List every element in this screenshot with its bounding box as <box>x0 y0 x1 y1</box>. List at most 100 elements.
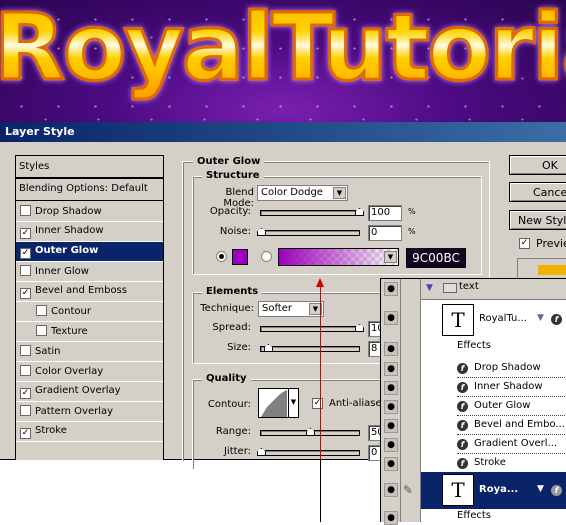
style-item-stroke[interactable]: ✓ Stroke <box>16 422 163 442</box>
anti-aliased-checkbox[interactable]: ✓ <box>312 398 323 409</box>
effect-row[interactable]: f Stroke <box>457 454 566 473</box>
styles-list: Styles Blending Options: Default Drop Sh… <box>15 155 164 460</box>
layer-group-text[interactable]: ▼ text <box>421 279 566 300</box>
eye-icon[interactable]: ● <box>384 457 398 471</box>
size-label: Size: <box>227 342 251 353</box>
style-checkbox[interactable] <box>20 405 31 416</box>
spread-slider[interactable] <box>260 324 364 332</box>
style-checkbox[interactable]: ✓ <box>20 228 31 239</box>
eye-icon[interactable]: ● <box>384 311 398 325</box>
eye-icon[interactable]: ● <box>384 511 398 525</box>
effect-row[interactable]: f Inner Shadow <box>457 378 566 397</box>
jitter-slider[interactable] <box>257 448 360 456</box>
eye-icon[interactable]: ● <box>384 483 398 497</box>
style-item-texture[interactable]: Texture <box>16 322 163 342</box>
style-checkbox[interactable]: ✓ <box>20 428 31 439</box>
triangle-down-icon[interactable]: ▼ <box>537 484 544 494</box>
glow-color-swatch[interactable] <box>232 249 248 265</box>
style-label: Contour <box>51 306 91 317</box>
style-item-bevel-and-emboss[interactable]: ✓ Bevel and Emboss <box>16 282 163 302</box>
style-checkbox[interactable] <box>36 305 47 316</box>
style-item-pattern-overlay[interactable]: Pattern Overlay <box>16 402 163 422</box>
fx-icon: f <box>457 439 468 450</box>
noise-input[interactable]: 0 <box>368 225 402 241</box>
style-checkbox[interactable] <box>20 345 31 356</box>
range-slider[interactable] <box>260 428 360 436</box>
fx-icon: f <box>457 382 468 393</box>
style-item-inner-glow[interactable]: Inner Glow <box>16 262 163 282</box>
triangle-down-icon[interactable]: ▼ <box>426 283 433 293</box>
eye-icon[interactable]: ● <box>384 381 398 395</box>
style-item-contour[interactable]: Contour <box>16 302 163 322</box>
style-label: Gradient Overlay <box>35 385 121 396</box>
contour-picker[interactable]: ▼ <box>258 388 299 418</box>
blend-mode-select[interactable]: Color Dodge ▼ <box>257 185 348 201</box>
preview-checkbox[interactable]: ✓ <box>519 238 530 249</box>
eye-icon[interactable]: ● <box>384 438 398 452</box>
style-item-color-overlay[interactable]: Color Overlay <box>16 362 163 382</box>
eye-icon[interactable]: ● <box>384 282 398 296</box>
opacity-input[interactable]: 100 <box>368 205 402 221</box>
outer-glow-title: Outer Glow <box>193 156 265 167</box>
chevron-down-icon: ▼ <box>333 187 346 199</box>
technique-select[interactable]: Softer ▼ <box>258 301 324 317</box>
noise-slider[interactable] <box>257 228 360 236</box>
style-item-inner-shadow[interactable]: ✓ Inner Shadow <box>16 222 163 242</box>
opacity-label: Opacity: <box>209 206 251 217</box>
style-item-gradient-overlay[interactable]: ✓ Gradient Overlay <box>16 382 163 402</box>
style-item-outer-glow[interactable]: ✓ Outer Glow <box>16 242 163 262</box>
group-name: text <box>459 281 479 292</box>
contour-label: Contour: <box>207 399 251 410</box>
style-label: Texture <box>51 326 88 337</box>
spread-label: Spread: <box>212 322 251 333</box>
size-slider[interactable] <box>260 344 360 352</box>
effect-row[interactable]: f Outer Glow <box>457 397 566 416</box>
eye-icon[interactable]: ● <box>384 419 398 433</box>
effect-name: Bevel and Embo... <box>474 419 565 430</box>
styles-header[interactable]: Styles <box>16 156 163 179</box>
fx-icon: f <box>551 314 562 325</box>
slider-thumb[interactable] <box>306 428 315 436</box>
style-checkbox[interactable]: ✓ <box>20 288 31 299</box>
fx-icon: f <box>457 458 468 469</box>
layer-royaltutorial[interactable]: T RoyalTu... ▼ f <box>421 301 566 339</box>
eye-icon[interactable]: ● <box>384 362 398 376</box>
style-label: Drop Shadow <box>35 206 102 217</box>
style-checkbox[interactable] <box>20 365 31 376</box>
style-label: Bevel and Emboss <box>35 285 127 296</box>
noise-label: Noise: <box>219 226 251 237</box>
style-checkbox[interactable] <box>20 265 31 276</box>
solid-color-radio[interactable] <box>216 251 227 262</box>
eye-icon[interactable]: ● <box>384 342 398 356</box>
ok-button[interactable]: OK <box>509 155 566 175</box>
effect-name: Outer Glow <box>474 400 531 411</box>
opacity-slider[interactable] <box>260 208 364 216</box>
style-checkbox[interactable]: ✓ <box>20 248 31 259</box>
effect-row[interactable]: f Gradient Overl... <box>457 435 566 454</box>
style-label: Pattern Overlay <box>35 406 114 417</box>
style-item-satin[interactable]: Satin <box>16 342 163 362</box>
percent-label: % <box>408 227 416 236</box>
triangle-down-icon[interactable]: ▼ <box>537 313 544 323</box>
cancel-button[interactable]: Cancel <box>509 182 566 202</box>
effect-row[interactable]: f Bevel and Embo... <box>457 416 566 435</box>
gradient-picker[interactable]: ▼ <box>278 248 399 266</box>
gradient-radio[interactable] <box>261 251 272 262</box>
fx-icon: f <box>457 401 468 412</box>
preview-swatch <box>538 265 566 275</box>
style-item-drop-shadow[interactable]: Drop Shadow <box>16 202 163 222</box>
style-checkbox[interactable] <box>36 325 47 336</box>
quality-title: Quality <box>202 373 251 384</box>
annotation-arrow-line <box>320 286 321 460</box>
slider-thumb[interactable] <box>264 344 273 352</box>
layer-name: RoyalTu... <box>479 313 527 324</box>
effect-row[interactable]: f Drop Shadow <box>457 359 566 378</box>
style-label: Stroke <box>35 425 67 436</box>
eye-icon[interactable]: ● <box>384 400 398 414</box>
blending-options[interactable]: Blending Options: Default <box>16 180 163 201</box>
style-checkbox[interactable]: ✓ <box>20 388 31 399</box>
fx-icon: f <box>457 363 468 374</box>
style-checkbox[interactable] <box>20 205 31 216</box>
new-style-button[interactable]: New Style <box>509 210 566 230</box>
layer-royal-selected[interactable]: T Roya... ▼ f <box>421 472 566 509</box>
